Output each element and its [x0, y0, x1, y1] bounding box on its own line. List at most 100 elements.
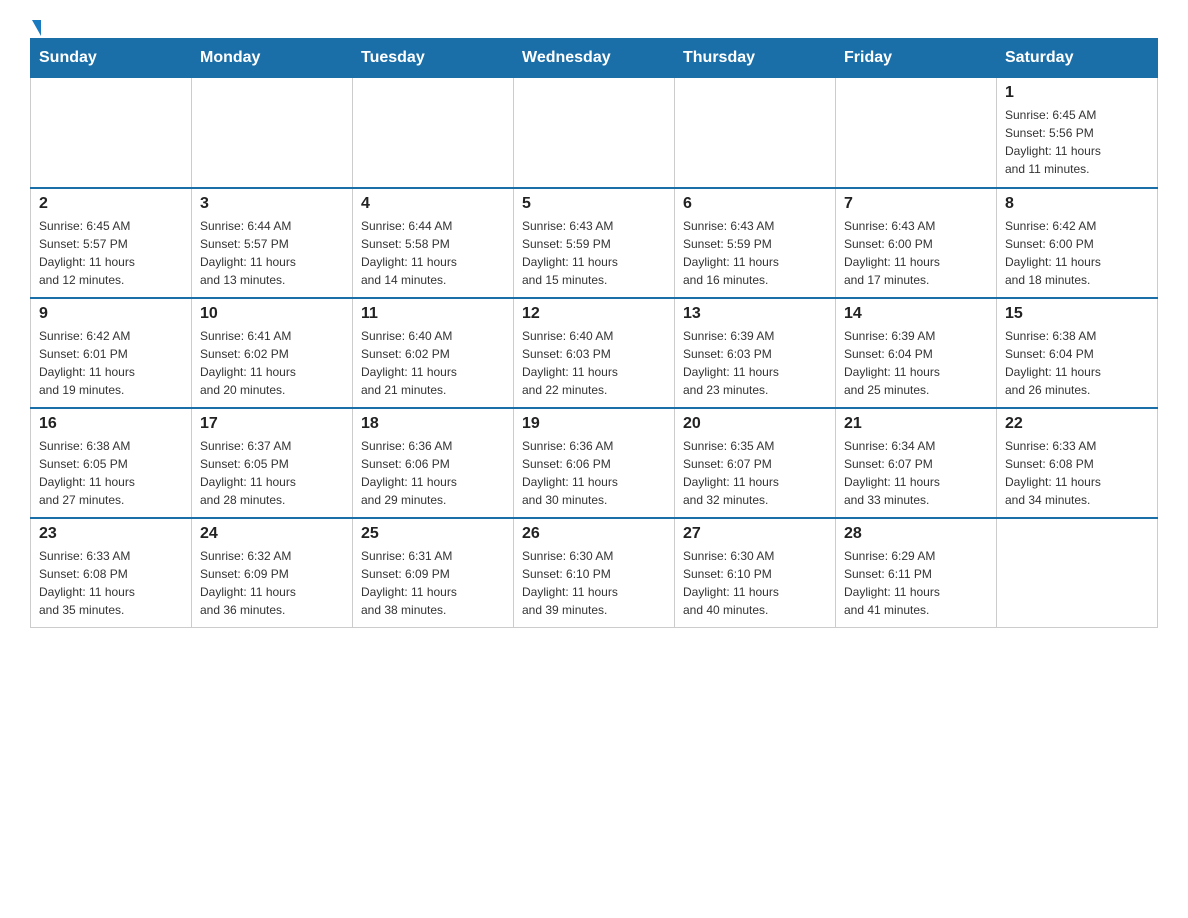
page-header [30, 20, 1158, 28]
day-number: 24 [200, 525, 344, 543]
column-header-friday: Friday [836, 39, 997, 78]
day-info: Sunrise: 6:45 AM Sunset: 5:56 PM Dayligh… [1005, 106, 1149, 178]
day-number: 12 [522, 305, 666, 323]
logo [30, 20, 41, 28]
day-number: 20 [683, 415, 827, 433]
day-number: 9 [39, 305, 183, 323]
calendar-cell: 1 Sunrise: 6:45 AM Sunset: 5:56 PM Daylig… [997, 78, 1158, 188]
column-header-monday: Monday [192, 39, 353, 78]
day-info: Sunrise: 6:42 AM Sunset: 6:01 PM Dayligh… [39, 327, 183, 399]
calendar-table: SundayMondayTuesdayWednesdayThursdayFrid… [30, 38, 1158, 628]
day-number: 5 [522, 195, 666, 213]
calendar-cell: 22Sunrise: 6:33 AM Sunset: 6:08 PM Dayli… [997, 408, 1158, 518]
column-header-saturday: Saturday [997, 39, 1158, 78]
calendar-cell [997, 518, 1158, 628]
column-header-sunday: Sunday [31, 39, 192, 78]
day-info: Sunrise: 6:38 AM Sunset: 6:05 PM Dayligh… [39, 437, 183, 509]
day-info: Sunrise: 6:36 AM Sunset: 6:06 PM Dayligh… [522, 437, 666, 509]
day-number: 7 [844, 195, 988, 213]
calendar-cell [31, 78, 192, 188]
day-info: Sunrise: 6:39 AM Sunset: 6:03 PM Dayligh… [683, 327, 827, 399]
day-info: Sunrise: 6:44 AM Sunset: 5:58 PM Dayligh… [361, 217, 505, 289]
day-info: Sunrise: 6:41 AM Sunset: 6:02 PM Dayligh… [200, 327, 344, 399]
day-number: 2 [39, 195, 183, 213]
calendar-cell: 24 Sunrise: 6:32 AM Sunset: 6:09 PM Dayli… [192, 518, 353, 628]
calendar-cell: 18 Sunrise: 6:36 AM Sunset: 6:06 PM Dayli… [353, 408, 514, 518]
calendar-cell: 15 Sunrise: 6:38 AM Sunset: 6:04 PM Dayli… [997, 298, 1158, 408]
day-info: Sunrise: 6:38 AM Sunset: 6:04 PM Dayligh… [1005, 327, 1149, 399]
column-header-thursday: Thursday [675, 39, 836, 78]
logo-triangle-icon [32, 20, 41, 36]
calendar-week-row: 1 Sunrise: 6:45 AM Sunset: 5:56 PM Daylig… [31, 78, 1158, 188]
calendar-cell: 4 Sunrise: 6:44 AM Sunset: 5:58 PM Daylig… [353, 188, 514, 298]
calendar-cell: 10 Sunrise: 6:41 AM Sunset: 6:02 PM Dayli… [192, 298, 353, 408]
day-number: 4 [361, 195, 505, 213]
day-number: 15 [1005, 305, 1149, 323]
day-number: 16 [39, 415, 183, 433]
calendar-cell: 12 Sunrise: 6:40 AM Sunset: 6:03 PM Dayli… [514, 298, 675, 408]
calendar-cell: 20 Sunrise: 6:35 AM Sunset: 6:07 PM Dayli… [675, 408, 836, 518]
calendar-cell: 13 Sunrise: 6:39 AM Sunset: 6:03 PM Dayli… [675, 298, 836, 408]
calendar-cell: 8 Sunrise: 6:42 AM Sunset: 6:00 PM Daylig… [997, 188, 1158, 298]
calendar-cell: 3Sunrise: 6:44 AM Sunset: 5:57 PM Daylig… [192, 188, 353, 298]
calendar-cell: 25 Sunrise: 6:31 AM Sunset: 6:09 PM Dayli… [353, 518, 514, 628]
day-info: Sunrise: 6:30 AM Sunset: 6:10 PM Dayligh… [522, 547, 666, 619]
day-info: Sunrise: 6:31 AM Sunset: 6:09 PM Dayligh… [361, 547, 505, 619]
calendar-cell [514, 78, 675, 188]
day-number: 23 [39, 525, 183, 543]
calendar-week-row: 2Sunrise: 6:45 AM Sunset: 5:57 PM Daylig… [31, 188, 1158, 298]
day-info: Sunrise: 6:30 AM Sunset: 6:10 PM Dayligh… [683, 547, 827, 619]
calendar-cell [353, 78, 514, 188]
day-number: 18 [361, 415, 505, 433]
day-number: 19 [522, 415, 666, 433]
day-number: 27 [683, 525, 827, 543]
day-number: 26 [522, 525, 666, 543]
day-info: Sunrise: 6:36 AM Sunset: 6:06 PM Dayligh… [361, 437, 505, 509]
calendar-cell: 21 Sunrise: 6:34 AM Sunset: 6:07 PM Dayli… [836, 408, 997, 518]
calendar-cell: 11 Sunrise: 6:40 AM Sunset: 6:02 PM Dayli… [353, 298, 514, 408]
calendar-week-row: 16 Sunrise: 6:38 AM Sunset: 6:05 PM Dayli… [31, 408, 1158, 518]
day-number: 13 [683, 305, 827, 323]
calendar-cell: 7 Sunrise: 6:43 AM Sunset: 6:00 PM Daylig… [836, 188, 997, 298]
calendar-header-row: SundayMondayTuesdayWednesdayThursdayFrid… [31, 39, 1158, 78]
calendar-cell [836, 78, 997, 188]
day-number: 25 [361, 525, 505, 543]
calendar-cell: 27 Sunrise: 6:30 AM Sunset: 6:10 PM Dayli… [675, 518, 836, 628]
day-info: Sunrise: 6:40 AM Sunset: 6:02 PM Dayligh… [361, 327, 505, 399]
day-number: 21 [844, 415, 988, 433]
day-info: Sunrise: 6:42 AM Sunset: 6:00 PM Dayligh… [1005, 217, 1149, 289]
calendar-week-row: 23 Sunrise: 6:33 AM Sunset: 6:08 PM Dayli… [31, 518, 1158, 628]
day-info: Sunrise: 6:33 AM Sunset: 6:08 PM Dayligh… [39, 547, 183, 619]
day-number: 28 [844, 525, 988, 543]
column-header-tuesday: Tuesday [353, 39, 514, 78]
calendar-cell [675, 78, 836, 188]
day-info: Sunrise: 6:32 AM Sunset: 6:09 PM Dayligh… [200, 547, 344, 619]
day-number: 8 [1005, 195, 1149, 213]
calendar-cell: 6Sunrise: 6:43 AM Sunset: 5:59 PM Daylig… [675, 188, 836, 298]
day-number: 22 [1005, 415, 1149, 433]
calendar-cell: 26 Sunrise: 6:30 AM Sunset: 6:10 PM Dayli… [514, 518, 675, 628]
day-info: Sunrise: 6:34 AM Sunset: 6:07 PM Dayligh… [844, 437, 988, 509]
day-info: Sunrise: 6:43 AM Sunset: 6:00 PM Dayligh… [844, 217, 988, 289]
day-number: 14 [844, 305, 988, 323]
day-info: Sunrise: 6:44 AM Sunset: 5:57 PM Dayligh… [200, 217, 344, 289]
day-info: Sunrise: 6:39 AM Sunset: 6:04 PM Dayligh… [844, 327, 988, 399]
day-number: 17 [200, 415, 344, 433]
day-info: Sunrise: 6:40 AM Sunset: 6:03 PM Dayligh… [522, 327, 666, 399]
calendar-week-row: 9 Sunrise: 6:42 AM Sunset: 6:01 PM Daylig… [31, 298, 1158, 408]
day-number: 10 [200, 305, 344, 323]
column-header-wednesday: Wednesday [514, 39, 675, 78]
calendar-cell: 9 Sunrise: 6:42 AM Sunset: 6:01 PM Daylig… [31, 298, 192, 408]
day-info: Sunrise: 6:37 AM Sunset: 6:05 PM Dayligh… [200, 437, 344, 509]
calendar-cell: 14 Sunrise: 6:39 AM Sunset: 6:04 PM Dayli… [836, 298, 997, 408]
day-number: 11 [361, 305, 505, 323]
calendar-cell: 5 Sunrise: 6:43 AM Sunset: 5:59 PM Daylig… [514, 188, 675, 298]
calendar-cell: 19 Sunrise: 6:36 AM Sunset: 6:06 PM Dayli… [514, 408, 675, 518]
day-info: Sunrise: 6:29 AM Sunset: 6:11 PM Dayligh… [844, 547, 988, 619]
day-info: Sunrise: 6:35 AM Sunset: 6:07 PM Dayligh… [683, 437, 827, 509]
day-info: Sunrise: 6:43 AM Sunset: 5:59 PM Dayligh… [522, 217, 666, 289]
day-number: 1 [1005, 84, 1149, 102]
calendar-cell: 23 Sunrise: 6:33 AM Sunset: 6:08 PM Dayli… [31, 518, 192, 628]
calendar-cell: 2Sunrise: 6:45 AM Sunset: 5:57 PM Daylig… [31, 188, 192, 298]
day-number: 6 [683, 195, 827, 213]
